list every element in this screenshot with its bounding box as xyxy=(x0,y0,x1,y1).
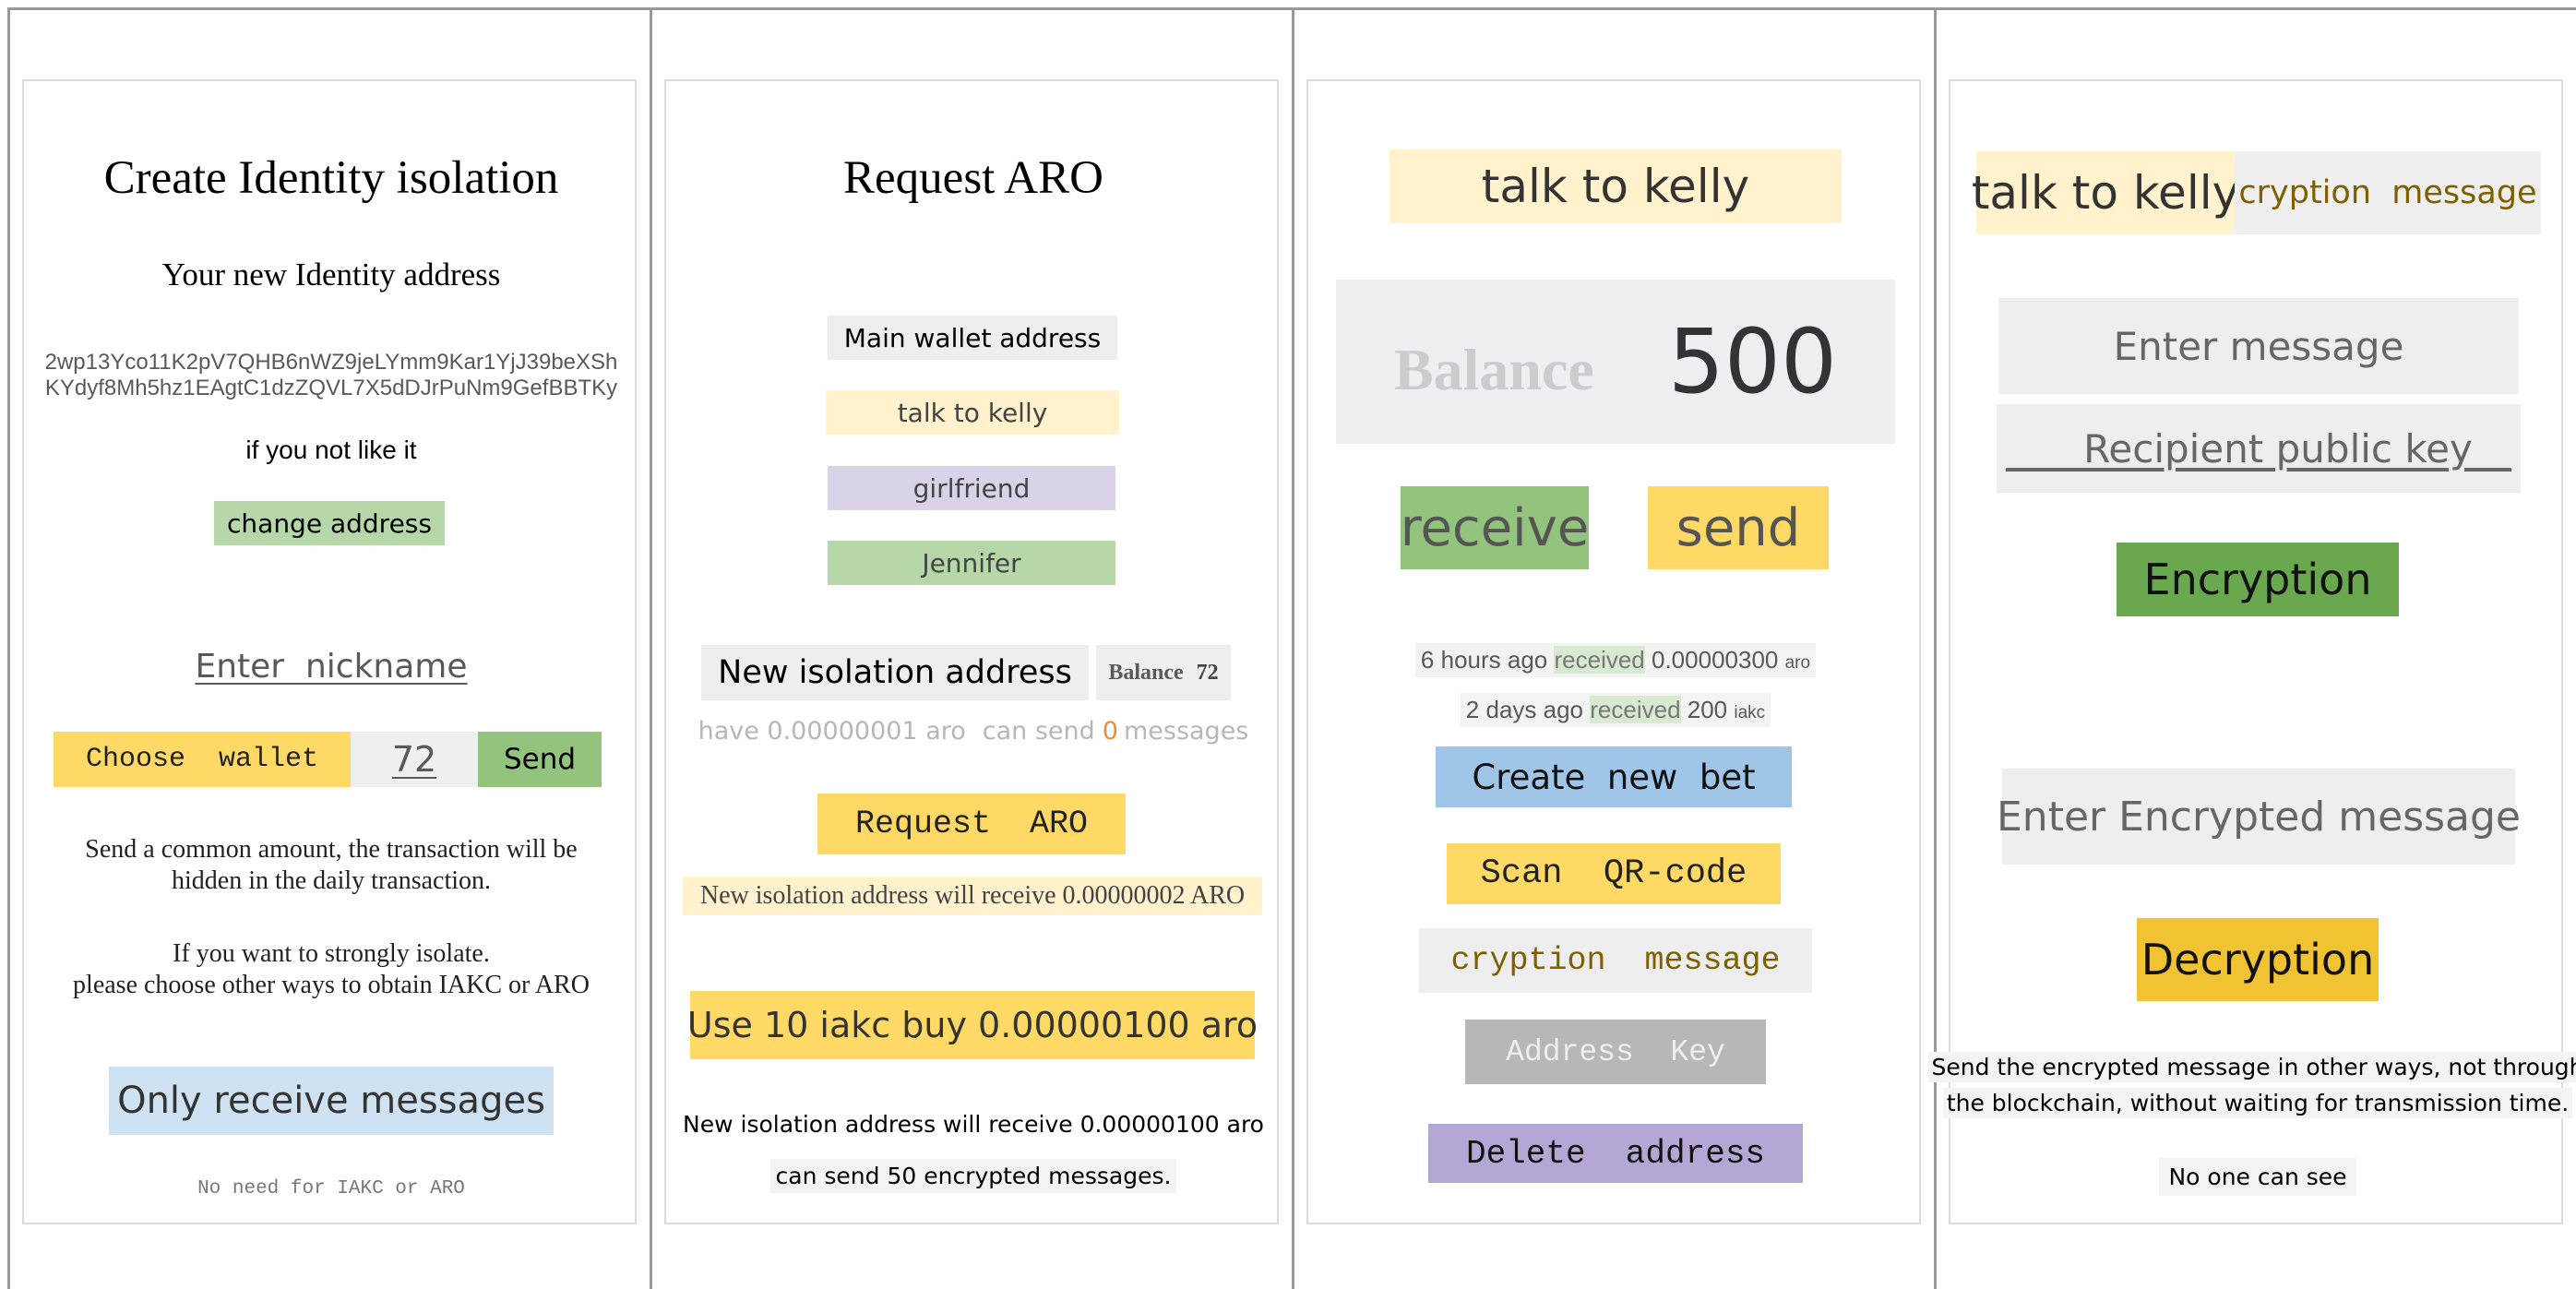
identity-address-line-2: KYdyf8Mh5hz1EAgtC1dzZQVL7X5dDJrPuNm9GefB… xyxy=(44,376,618,400)
recipient-public-key-input[interactable]: ____Recipient public key__ xyxy=(1997,404,2521,493)
can-send-label: can send xyxy=(982,716,1095,746)
can-send-encrypted: can send 50 encrypted messages. xyxy=(769,1158,1177,1193)
tx-time: 2 days ago xyxy=(1465,695,1584,723)
tx-type: received xyxy=(1590,695,1681,723)
cryption-message-button[interactable]: cryption message xyxy=(1419,928,1812,993)
identity-address-heading: Your new Identity address xyxy=(161,257,501,292)
message-input[interactable]: Enter message xyxy=(1998,298,2519,394)
wallet-item-girlfriend[interactable]: girlfriend xyxy=(828,466,1115,510)
receive-aro-note: New isolation address will receive 0.000… xyxy=(683,877,1262,915)
balance-label: Balance xyxy=(1393,337,1594,402)
common-amount-note-line-2: hidden in the daily transaction. xyxy=(171,866,492,895)
address-key-button[interactable]: Address Key xyxy=(1465,1020,1766,1084)
tx-unit: aro xyxy=(1784,652,1811,673)
new-isolation-address: New isolation address xyxy=(701,645,1089,700)
encryption-panel: talk to kelly cryption message Enter mes… xyxy=(1927,79,2576,1224)
if-not-like-label: if you not like it xyxy=(245,436,417,464)
encrypted-message-input[interactable]: Enter Encrypted message xyxy=(1997,769,2521,865)
no-one-can-see-label: No one can see xyxy=(2159,1157,2356,1196)
column-divider-3 xyxy=(1934,7,1937,1289)
balance-label: Balance xyxy=(1108,660,1184,685)
encrypted-note-line-2: the blockchain, without waiting for tran… xyxy=(1942,1088,2573,1118)
encrypted-note-line-1: Send the encrypted message in other ways… xyxy=(1927,1052,2576,1082)
balance-value: 500 xyxy=(1667,310,1838,413)
receive-button[interactable]: receive xyxy=(1401,486,1589,569)
no-one-can-see-note: No one can see xyxy=(1950,1155,2565,1198)
tx-time: 6 hours ago xyxy=(1420,645,1548,674)
tx-amount: 200 xyxy=(1687,695,1728,723)
choose-wallet-select[interactable]: Choose wallet xyxy=(54,732,351,787)
column-divider-1 xyxy=(650,7,652,1289)
have-aro-text: have 0.00000001 aro can send 0 messages xyxy=(666,712,1281,749)
create-new-bet-button[interactable]: Create new bet xyxy=(1436,746,1792,807)
wallet-item-main[interactable]: Main wallet address xyxy=(828,316,1117,360)
have-amount: have 0.00000001 aro xyxy=(698,716,966,746)
scan-qr-code-button[interactable]: Scan QR-code xyxy=(1447,843,1781,904)
amount-input[interactable]: 72 xyxy=(351,732,478,787)
column-divider-2 xyxy=(1292,7,1294,1289)
tab-talk-to-kelly[interactable]: talk to kelly xyxy=(1972,151,2239,234)
isolate-note-line-2: please choose other ways to obtain IAKC … xyxy=(73,971,590,999)
wallet-detail-panel: talk to kelly Balance 500 receive send 6… xyxy=(1306,79,1921,1224)
tx-unit: iakc xyxy=(1734,702,1766,722)
decryption-button[interactable]: Decryption xyxy=(2137,918,2379,1001)
change-address-button[interactable]: change address xyxy=(214,501,445,545)
encrypted-note: Send the encrypted message in other ways… xyxy=(1927,1044,2576,1126)
balance-card: Balance 500 xyxy=(1336,280,1895,444)
bottom-note-line-1: New isolation address will receive 0.000… xyxy=(683,1110,1264,1138)
wallet-item-talk-to-kelly[interactable]: talk to kelly xyxy=(826,390,1119,435)
balance-badge: Balance 72 xyxy=(1096,645,1231,700)
balance-value: 72 xyxy=(1196,660,1219,685)
transaction-row[interactable]: 2 days ago received 200 iakc xyxy=(1308,691,1923,728)
delete-address-button[interactable]: Delete address xyxy=(1428,1124,1803,1183)
messages-label: messages xyxy=(1123,716,1249,746)
page-title: Create Identity isolation xyxy=(103,152,559,204)
tab-cryption-message[interactable]: cryption message xyxy=(2235,151,2541,234)
can-send-count: 0 xyxy=(1102,716,1118,746)
amount-value: 72 xyxy=(391,739,437,780)
transaction-row[interactable]: 6 hours ago received 0.00000300 aro xyxy=(1308,641,1923,678)
wallet-header: talk to kelly xyxy=(1389,149,1842,223)
wallet-item-jennifer[interactable]: Jennifer xyxy=(828,541,1115,585)
isolate-note-line-1: If you want to strongly isolate. xyxy=(173,939,490,968)
no-need-note: No need for IAKC or ARO xyxy=(197,1177,465,1199)
common-amount-note-line-1: Send a common amount, the transaction wi… xyxy=(85,835,578,864)
tx-amount: 0.00000300 xyxy=(1652,645,1779,674)
send-button[interactable]: Send xyxy=(478,732,602,787)
nickname-input[interactable]: Enter nickname xyxy=(144,639,519,694)
only-receive-messages-button[interactable]: Only receive messages xyxy=(109,1067,554,1135)
identity-address-line-1: 2wp13Yco11K2pV7QHB6nWZ9jeLYmm9Kar1YjJ39b… xyxy=(44,350,618,375)
page-title: Request ARO xyxy=(843,152,1103,204)
send-button[interactable]: send xyxy=(1648,486,1829,569)
request-aro-button[interactable]: Request ARO xyxy=(817,794,1126,854)
encryption-button[interactable]: Encryption xyxy=(2117,543,2399,616)
request-aro-panel: Request ARO Main wallet address talk to … xyxy=(664,79,1279,1224)
create-identity-panel: Create Identity isolation Your new Ident… xyxy=(22,79,637,1224)
column-divider-0 xyxy=(7,7,10,1289)
bottom-note-line-2: can send 50 encrypted messages. xyxy=(666,1157,1281,1194)
tx-type: received xyxy=(1554,645,1645,674)
buy-aro-button[interactable]: Use 10 iakc buy 0.00000100 aro xyxy=(687,991,1258,1059)
